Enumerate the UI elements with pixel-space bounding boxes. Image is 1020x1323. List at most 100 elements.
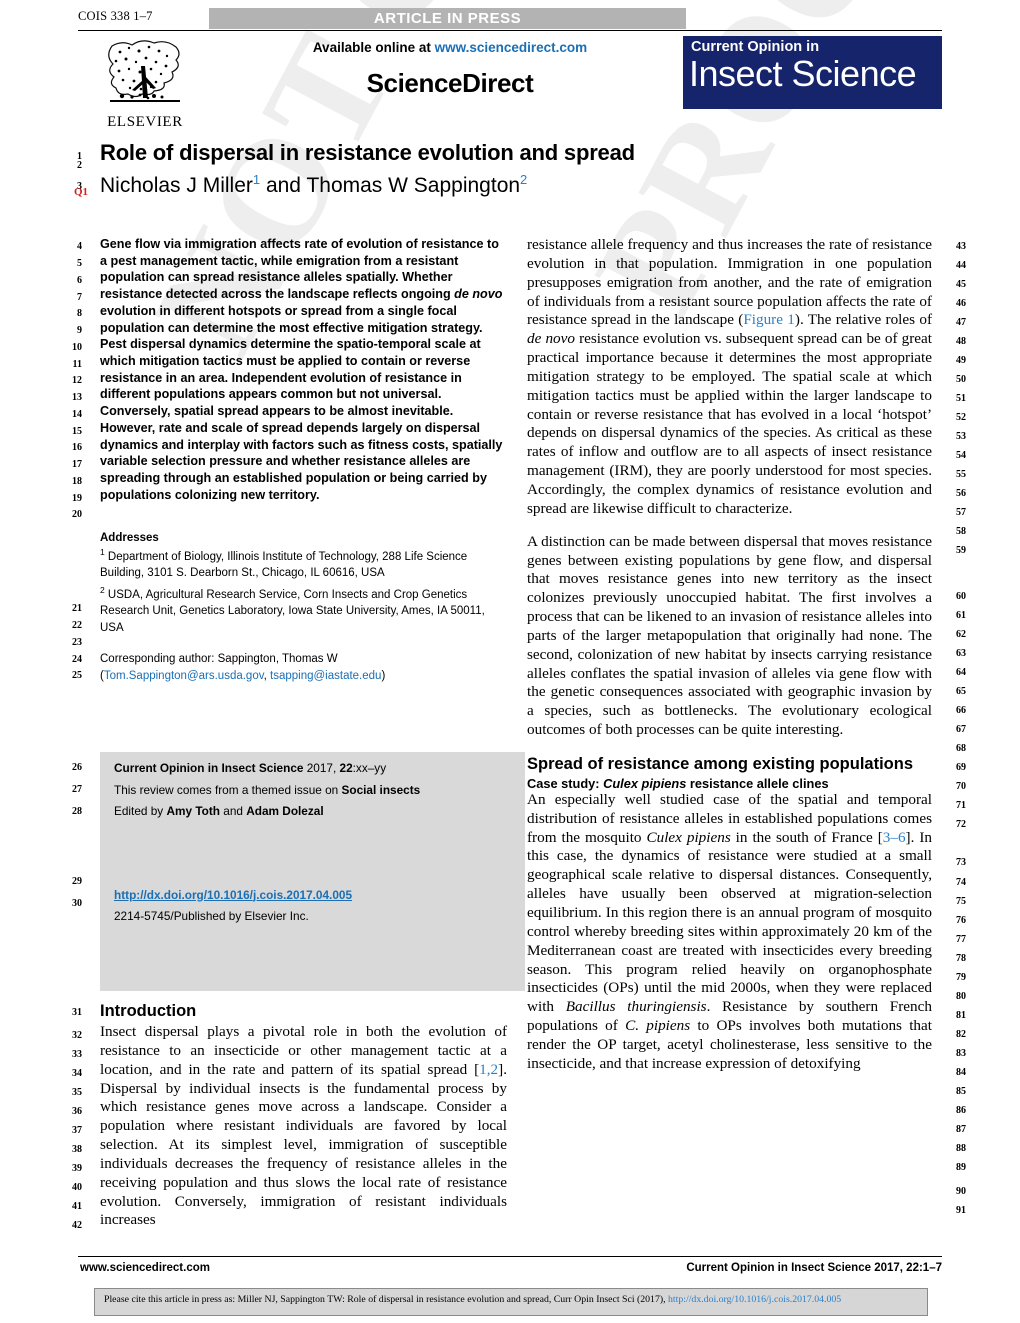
line-number: 37 xyxy=(72,1125,82,1136)
line-number: 22 xyxy=(72,620,82,631)
left-column: Gene flow via immigration affects rate o… xyxy=(100,236,507,684)
author-2: Thomas W Sappington xyxy=(306,174,521,197)
line-number: 57 xyxy=(956,507,966,518)
citation-ref-1-2[interactable]: 1,2 xyxy=(479,1061,498,1078)
line-number: 25 xyxy=(72,670,82,681)
line-number: 6 xyxy=(77,275,82,286)
line-number: 82 xyxy=(956,1029,966,1040)
footer-journal-citation: Current Opinion in Insect Science 2017, … xyxy=(686,1262,942,1274)
themed-issue-prefix: This review comes from a themed issue on xyxy=(114,782,342,797)
journal-box-spacer xyxy=(114,823,514,885)
line-number: 24 xyxy=(72,654,82,665)
available-online-line: Available online at www.sciencedirect.co… xyxy=(250,40,650,55)
line-number: 62 xyxy=(956,629,966,640)
rp1-part-3: resistance evolution vs. subsequent spre… xyxy=(527,330,932,517)
line-number: 68 xyxy=(956,743,966,754)
line-number: 67 xyxy=(956,724,966,735)
line-number: 91 xyxy=(956,1205,966,1216)
line-number: 5 xyxy=(77,258,82,269)
line-number: 18 xyxy=(72,476,82,487)
line-number: 2 xyxy=(77,160,82,171)
line-number: 50 xyxy=(956,374,966,385)
article-code: COIS 338 1–7 xyxy=(78,9,153,23)
line-number: 58 xyxy=(956,526,966,537)
sciencedirect-link[interactable]: www.sciencedirect.com xyxy=(435,40,588,55)
line-number: 32 xyxy=(72,1030,82,1041)
line-number: 54 xyxy=(956,450,966,461)
line-number: 41 xyxy=(72,1201,82,1212)
line-number: 69 xyxy=(956,762,966,773)
line-number: 29 xyxy=(72,876,82,887)
line-number: 76 xyxy=(956,915,966,926)
line-number: 10 xyxy=(72,342,82,353)
line-number: 40 xyxy=(72,1182,82,1193)
right-paragraph-3: An especially well studied case of the s… xyxy=(527,791,932,1074)
corresponding-email-2[interactable]: tsapping@iastate.edu xyxy=(270,670,381,682)
line-number: 64 xyxy=(956,667,966,678)
rp1-italic-de-novo: de novo xyxy=(527,330,575,348)
line-number: 66 xyxy=(956,705,966,716)
footer-journal-year: 2017, xyxy=(871,1262,907,1274)
line-number: 77 xyxy=(956,934,966,945)
line-number: 4 xyxy=(77,241,82,252)
editor-1: Amy Toth xyxy=(166,804,220,818)
page-title: Role of dispersal in resistance evolutio… xyxy=(100,140,635,165)
line-number: 47 xyxy=(956,317,966,328)
corresponding-author-label: Corresponding author: Sappington, Thomas… xyxy=(100,653,338,666)
line-number: 86 xyxy=(956,1105,966,1116)
citation-ref-3-6[interactable]: 3–6 xyxy=(883,829,906,846)
line-number: 35 xyxy=(72,1087,82,1098)
citation-notice-doi-link[interactable]: http://dx.doi.org/10.1016/j.cois.2017.04… xyxy=(668,1294,841,1305)
case-study-prefix: Case study: xyxy=(527,775,604,791)
line-number: 30 xyxy=(72,898,82,909)
footer-divider xyxy=(78,1256,942,1257)
themed-issue-line: This review comes from a themed issue on… xyxy=(114,780,514,802)
corresponding-email-1[interactable]: Tom.Sappington@ars.usda.gov xyxy=(104,670,264,682)
line-number: 52 xyxy=(956,412,966,423)
line-number: 14 xyxy=(72,409,82,420)
elsevier-wordmark: ELSEVIER xyxy=(107,114,183,130)
journal-masthead-title: Insect Science xyxy=(689,53,917,94)
line-number: 90 xyxy=(956,1186,966,1197)
rp3-species-culex: Culex pipiens xyxy=(646,828,731,846)
journal-citation-title: Current Opinion in Insect Science xyxy=(114,761,304,775)
abstract-text: Gene flow via immigration affects rate o… xyxy=(100,236,507,504)
figure-1-reference[interactable]: Figure 1 xyxy=(743,311,795,328)
line-number: 88 xyxy=(956,1143,966,1154)
line-number: 59 xyxy=(956,545,966,556)
line-number: 46 xyxy=(956,298,966,309)
line-number: 49 xyxy=(956,355,966,366)
footer-website[interactable]: www.sciencedirect.com xyxy=(80,1262,210,1274)
line-number: 51 xyxy=(956,393,966,404)
line-number: 42 xyxy=(72,1220,82,1231)
line-number: 26 xyxy=(72,762,82,773)
addresses-heading: Addresses xyxy=(100,531,159,544)
editors-line: Edited by Amy Toth and Adam Dolezal xyxy=(114,801,514,823)
line-number: 17 xyxy=(72,459,82,470)
footer-journal-title: Current Opinion in Insect Science xyxy=(686,1262,871,1274)
line-number: 89 xyxy=(956,1162,966,1173)
introduction-paragraph: Insect dispersal plays a pivotal role in… xyxy=(100,1023,507,1230)
line-number: 70 xyxy=(956,781,966,792)
line-number: 16 xyxy=(72,442,82,453)
line-number: 21 xyxy=(72,603,82,614)
affiliation-2-text: USDA, Agricultural Research Service, Cor… xyxy=(100,588,485,634)
line-number: 44 xyxy=(956,260,966,271)
doi-link[interactable]: http://dx.doi.org/10.1016/j.cois.2017.04… xyxy=(114,888,352,902)
author-1: Nicholas J Miller xyxy=(100,174,253,197)
line-number: 27 xyxy=(72,784,82,795)
line-number: 75 xyxy=(956,896,966,907)
editor-2: Adam Dolezal xyxy=(246,804,324,818)
case-study-suffix: resistance allele clines xyxy=(686,775,829,791)
query-flag-q1[interactable]: Q1 xyxy=(74,186,88,198)
abstract-italic-de-novo: de novo xyxy=(454,287,503,302)
line-number: 65 xyxy=(956,686,966,697)
issn-line: 2214-5745/Published by Elsevier Inc. xyxy=(114,909,309,923)
line-number: 33 xyxy=(72,1049,82,1060)
line-number: 79 xyxy=(956,972,966,983)
line-number: 43 xyxy=(956,241,966,252)
available-online-label: Available online at xyxy=(312,40,431,55)
case-study-subheading: Case study: Culex pipiens resistance all… xyxy=(527,776,932,791)
intro-part-2: ]. Dispersal by individual insects is th… xyxy=(100,1060,507,1229)
article-in-press-label: ARTICLE IN PRESS xyxy=(373,10,522,27)
